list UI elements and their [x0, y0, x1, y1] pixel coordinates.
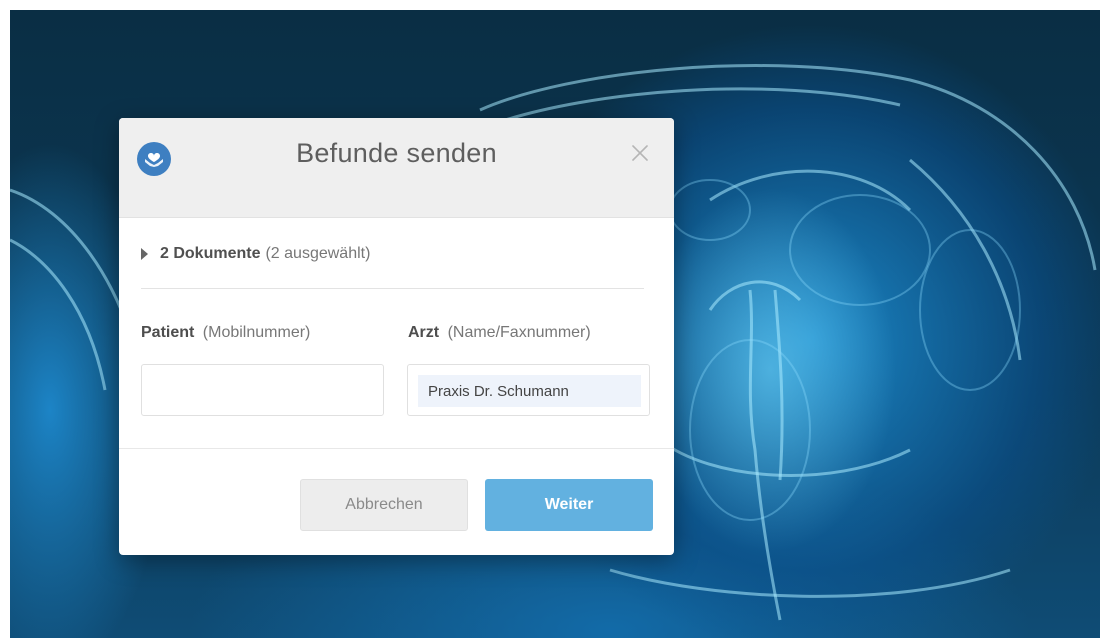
section-divider: [141, 288, 644, 289]
patient-mobile-input[interactable]: [152, 375, 375, 407]
caret-right-icon: [141, 248, 148, 260]
documents-count: 2 Dokumente: [160, 245, 261, 262]
app-background: Befunde senden 2 Dokumente (2 ausgewählt…: [10, 10, 1100, 638]
doctor-name-input[interactable]: [418, 375, 641, 407]
documents-toggle[interactable]: 2 Dokumente (2 ausgewählt): [141, 242, 370, 266]
documents-selected: (2 ausgewählt): [265, 245, 371, 262]
doctor-label: Arzt (Name/Faxnummer): [408, 324, 591, 342]
dialog-title: Befunde senden: [296, 138, 497, 168]
patient-label: Patient (Mobilnummer): [141, 324, 310, 342]
dialog-header: Befunde senden: [119, 118, 674, 218]
send-findings-dialog: Befunde senden 2 Dokumente (2 ausgewählt…: [119, 118, 674, 555]
patient-label-text: Patient: [141, 324, 195, 341]
doctor-field-box: [407, 364, 650, 416]
footer-divider: [119, 448, 674, 449]
cancel-button[interactable]: Abbrechen: [300, 479, 468, 531]
patient-field-box: [141, 364, 384, 416]
next-button[interactable]: Weiter: [485, 479, 653, 531]
close-icon[interactable]: [627, 140, 653, 166]
doctor-label-hint: (Name/Faxnummer): [447, 324, 591, 341]
doctor-label-text: Arzt: [408, 324, 440, 341]
patient-label-hint: (Mobilnummer): [202, 324, 311, 341]
